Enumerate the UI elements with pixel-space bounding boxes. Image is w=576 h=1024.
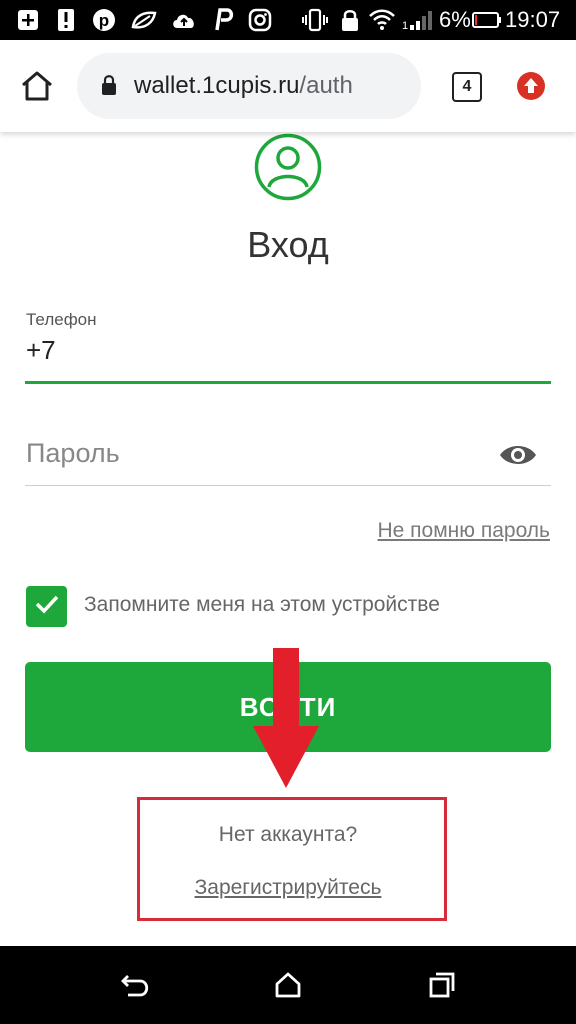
cloud-upload-icon (170, 8, 198, 32)
url-host: wallet.1cupis.ru (134, 72, 300, 99)
alert-icon (56, 8, 76, 32)
remember-me-label[interactable]: Запомните меня на этом устройстве (84, 593, 440, 617)
no-account-text: Нет аккаунта? (218, 823, 358, 846)
forgot-password-link[interactable]: Не помню пароль (378, 519, 551, 543)
browser-toolbar: wallet.1cupis.ru/auth 4 (0, 40, 576, 132)
phone-input[interactable]: +7 (26, 335, 56, 366)
home-icon[interactable] (20, 70, 54, 107)
battery-icon (472, 8, 502, 32)
instagram-icon (248, 8, 272, 32)
phone-label: Телефон (26, 310, 97, 329)
leaf-icon (130, 8, 158, 32)
lock-icon (101, 74, 117, 101)
recent-apps-icon[interactable] (428, 971, 456, 1004)
home-nav-icon[interactable] (274, 971, 302, 1004)
vibrate-icon (302, 8, 328, 32)
password-underline (25, 485, 551, 486)
url-path: /auth (299, 72, 353, 99)
signal-icon: 1 (402, 8, 436, 32)
pinterest-icon: p (92, 8, 116, 32)
checkmark-icon (34, 593, 60, 620)
user-avatar-icon (254, 133, 322, 206)
eye-icon[interactable] (498, 440, 538, 475)
red-arrow-annotation (253, 648, 319, 795)
svg-text:p: p (99, 11, 109, 30)
url-text[interactable]: wallet.1cupis.ru/auth (134, 71, 353, 101)
lock-icon (340, 8, 360, 32)
svg-text:1: 1 (402, 20, 408, 32)
password-input[interactable]: Пароль (26, 438, 120, 469)
wifi-icon (368, 8, 396, 32)
tab-switcher-button[interactable]: 4 (452, 72, 482, 102)
add-box-icon (16, 8, 40, 32)
back-icon[interactable] (120, 972, 150, 1003)
battery-percent: 6% (439, 7, 471, 32)
highlight-box (137, 797, 447, 921)
p-icon (212, 8, 234, 32)
upload-update-icon[interactable] (516, 71, 546, 106)
status-bar: p 1 6% 19:07 (0, 0, 576, 40)
clock: 19:07 (505, 7, 561, 32)
phone-underline (25, 381, 551, 384)
page-title: Вход (247, 224, 329, 265)
navigation-bar (0, 946, 576, 1024)
remember-me-checkbox[interactable] (26, 586, 67, 627)
register-link[interactable]: Зарегистрируйтесь (0, 876, 576, 900)
